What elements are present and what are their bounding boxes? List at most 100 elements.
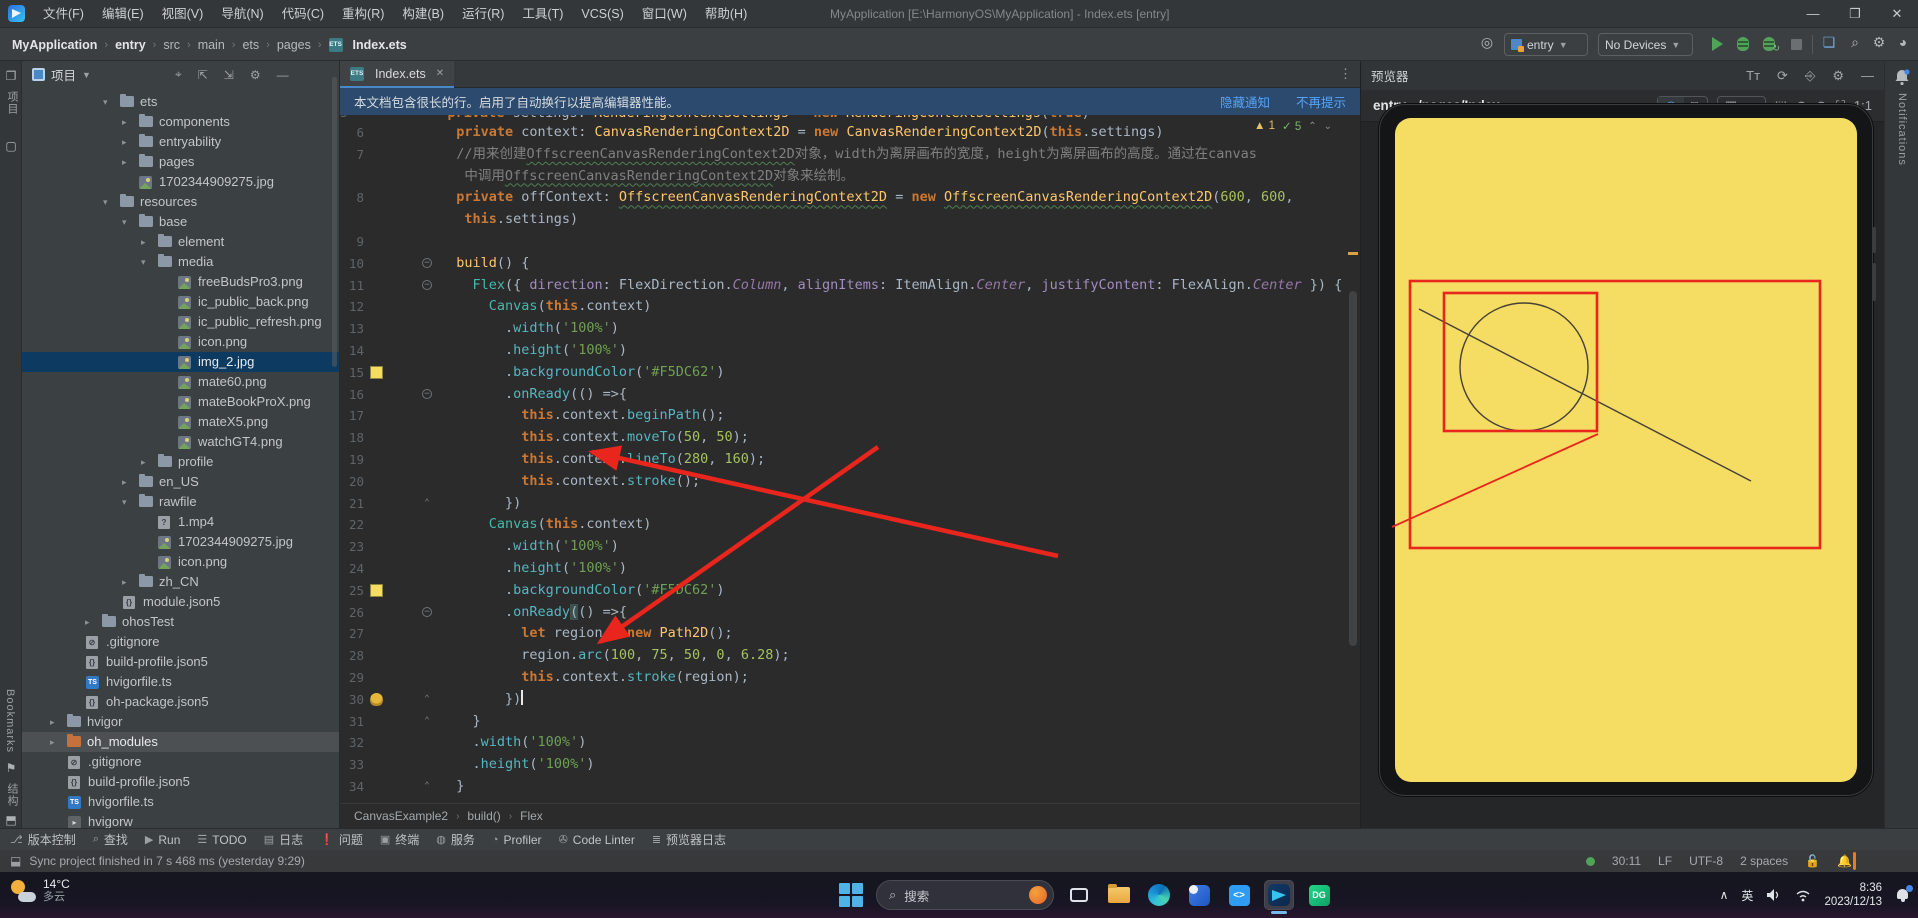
bookmark-icon[interactable]: ⚑ (4, 761, 18, 775)
fold-marker-icon[interactable]: ⌃ (422, 716, 432, 726)
chevron-down-icon[interactable]: ▼ (82, 70, 91, 80)
datagrip-button[interactable]: DG (1304, 880, 1334, 910)
project-strip-label[interactable]: 项目 (4, 91, 20, 115)
tree-item-entryability[interactable]: ▸ entryability (22, 132, 339, 152)
tree-chevron-icon[interactable]: ▸ (85, 612, 95, 632)
font-size-icon[interactable]: Tᴛ (1746, 68, 1760, 83)
tree-item-img_2.jpg[interactable]: img_2.jpg (22, 352, 339, 372)
code-line-30[interactable]: 30 ⌃ }) (340, 689, 1360, 711)
indent-setting[interactable]: 2 spaces (1740, 854, 1788, 868)
lock-icon[interactable]: 🔓 (1805, 854, 1820, 868)
editor-breadcrumb-item[interactable]: build() (467, 809, 500, 823)
tree-item-1702344909275.jpg[interactable]: 1702344909275.jpg (22, 172, 339, 192)
plugin-icon[interactable]: ⎆ (1805, 68, 1815, 84)
code-line-29[interactable]: 29 this.context.stroke(region); (340, 667, 1360, 689)
account-avatar-icon[interactable]: ◕ (1892, 34, 1914, 50)
code-line-11[interactable]: 11 − Flex({ direction: FlexDirection.Colu… (340, 275, 1360, 297)
editor-breadcrumbs[interactable]: CanvasExample2 › build() › Flex (340, 803, 1360, 828)
inspection-widget[interactable]: ▲ 1 ✓ 5 ⌃ ⌄ (1254, 119, 1332, 133)
toolwindow-日志[interactable]: ▤ 日志 (264, 831, 303, 848)
tree-chevron-icon[interactable]: ▸ (50, 732, 60, 752)
toolwindow-终端[interactable]: ▣ 终端 (380, 831, 419, 848)
code-line-13[interactable]: 13 .width('100%') (340, 318, 1360, 340)
tree-item-en_US[interactable]: ▸ en_US (22, 472, 339, 492)
fold-marker-icon[interactable]: − (422, 257, 432, 268)
tree-item-base[interactable]: ▾ base (22, 212, 339, 232)
tree-item-mateX5.png[interactable]: mateX5.png (22, 412, 339, 432)
task-view-button[interactable] (1064, 880, 1094, 910)
code-line-23[interactable]: 23 .width('100%') (340, 536, 1360, 558)
blue-app-button[interactable] (1184, 880, 1214, 910)
stop-button[interactable] (1791, 39, 1802, 50)
code-line-33[interactable]: 33 .height('100%') (340, 754, 1360, 776)
debug-button[interactable] (1737, 37, 1749, 51)
code-line-wrap[interactable]: 中调用OffscreenCanvasRenderingContext2D对象来绘… (340, 166, 1360, 188)
vscode-button[interactable]: <> (1224, 880, 1254, 910)
menu-代码C[interactable]: 代码(C) (273, 0, 333, 28)
tree-item-zh_CN[interactable]: ▸ zh_CN (22, 572, 339, 592)
fold-marker-icon[interactable]: − (422, 388, 432, 399)
menu-视图V[interactable]: 视图(V) (153, 0, 213, 28)
menu-帮助H[interactable]: 帮助(H) (696, 0, 756, 28)
breadcrumb-item[interactable]: main (198, 38, 225, 52)
edge-browser-button[interactable] (1144, 880, 1174, 910)
toolwindow-Code Linter[interactable]: ✇ Code Linter (559, 833, 635, 847)
breadcrumb[interactable]: MyApplication › entry › src › main › ets › pages › E… (12, 28, 407, 61)
hide-previewer-icon[interactable]: — (1861, 68, 1874, 83)
code-line-18[interactable]: 18 this.context.moveTo(50, 50); (340, 427, 1360, 449)
next-issue-icon[interactable]: ⌄ (1324, 121, 1332, 132)
run-button[interactable] (1712, 37, 1723, 51)
code-line-12[interactable]: 12 Canvas(this.context) (340, 296, 1360, 318)
previewer-settings-gear-icon[interactable]: ⚙ (1832, 68, 1844, 84)
structure-strip-label[interactable]: 结构 (4, 783, 20, 807)
tree-item-1702344909275.jpg[interactable]: 1702344909275.jpg (22, 532, 339, 552)
device-screen-canvas[interactable] (1395, 118, 1857, 782)
notifications-strip-label[interactable]: Notifications (1896, 93, 1908, 166)
code-line-7[interactable]: 7 //用来创建OffscreenCanvasRenderingContext2… (340, 144, 1360, 166)
notification-center-bell-icon[interactable] (1895, 884, 1913, 903)
tree-item-module.json5[interactable]: {} module.json5 (22, 592, 339, 612)
tree-chevron-icon[interactable]: ▾ (122, 212, 132, 232)
code-line-28[interactable]: 28 region.arc(100, 75, 50, 0, 6.28); (340, 645, 1360, 667)
hide-notification-link[interactable]: 隐藏通知 (1220, 92, 1270, 111)
tree-chevron-icon[interactable]: ▾ (141, 252, 151, 272)
tree-item-ic_public_refresh.png[interactable]: ic_public_refresh.png (22, 312, 339, 332)
run-config-dropdown[interactable]: entry ▼ (1504, 33, 1588, 56)
menu-重构R[interactable]: 重构(R) (333, 0, 393, 28)
tree-chevron-icon[interactable]: ▸ (122, 572, 132, 592)
tree-item-build-profile.json5[interactable]: {} build-profile.json5 (22, 772, 339, 792)
tree-chevron-icon[interactable]: ▸ (141, 452, 151, 472)
caret-position[interactable]: 30:11 (1612, 854, 1641, 868)
prev-issue-icon[interactable]: ⌃ (1308, 121, 1316, 132)
breadcrumb-item[interactable]: ets (242, 38, 259, 52)
tree-chevron-icon[interactable]: ▸ (122, 152, 132, 172)
tree-item-resources[interactable]: ▾ resources (22, 192, 339, 212)
tree-chevron-icon[interactable]: ▾ (103, 92, 113, 112)
bookmarks-strip-label[interactable]: Bookmarks (4, 689, 16, 753)
toolwindow-Profiler[interactable]: ◔ Profiler (492, 833, 542, 847)
close-tab-icon[interactable]: ✕ (436, 68, 444, 79)
tree-item-icon.png[interactable]: icon.png (22, 552, 339, 572)
panel-settings-gear-icon[interactable]: ⚙ (250, 68, 261, 82)
tree-chevron-icon[interactable]: ▾ (103, 192, 113, 212)
tree-chevron-icon[interactable]: ▸ (141, 232, 151, 252)
tree-item-hvigorfile.ts[interactable]: TS hvigorfile.ts (22, 672, 339, 692)
notifications-bell-icon[interactable] (1894, 69, 1910, 85)
error-notification-icon[interactable]: 🔔 (1837, 854, 1852, 868)
breadcrumb-item[interactable]: MyApplication (12, 38, 97, 52)
code-line-26[interactable]: 26 − .onReady(() =>{ (340, 602, 1360, 624)
project-toolwindow-icon[interactable]: ❐ (4, 69, 18, 83)
menu-VCSS[interactable]: VCS(S) (572, 0, 632, 28)
start-button[interactable] (836, 880, 866, 910)
tree-item-mate60.png[interactable]: mate60.png (22, 372, 339, 392)
target-icon[interactable]: ◎ (1476, 34, 1498, 51)
editor-breadcrumb-item[interactable]: CanvasExample2 (354, 809, 448, 823)
hide-panel-icon[interactable]: — (277, 68, 289, 82)
code-line-32[interactable]: 32 .width('100%') (340, 732, 1360, 754)
network-icon[interactable] (1795, 888, 1811, 902)
profile-layout-icon[interactable]: ❏ (1818, 34, 1840, 51)
tree-item-.gitignore[interactable]: ⊘ .gitignore (22, 752, 339, 772)
code-line-27[interactable]: 27 let region = new Path2D(); (340, 623, 1360, 645)
tree-item-rawfile[interactable]: ▾ rawfile (22, 492, 339, 512)
collapse-all-icon[interactable]: ⇲ (224, 68, 234, 82)
